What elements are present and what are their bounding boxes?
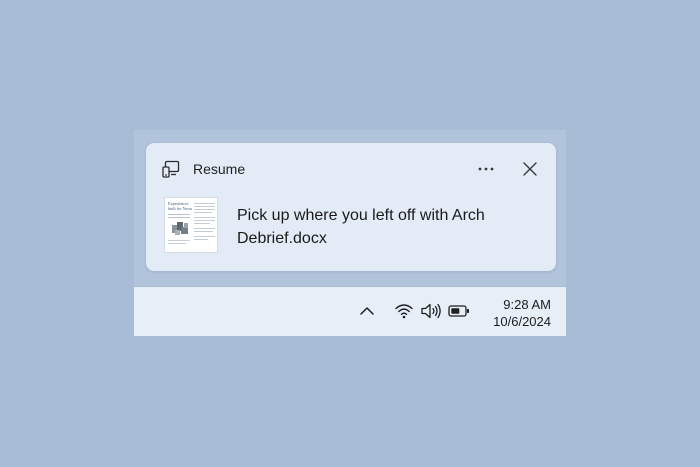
app-name: Resume: [193, 161, 246, 177]
notification-message: Pick up where you left off with Arch Deb…: [237, 207, 485, 247]
show-hidden-icons-button[interactable]: [358, 303, 376, 319]
more-options-button[interactable]: [472, 157, 500, 181]
clock-time: 9:28 AM: [503, 297, 551, 312]
battery-icon: [448, 303, 470, 324]
wifi-icon: [394, 302, 414, 325]
notification-header: Resume: [146, 143, 556, 195]
speaker-icon: [420, 302, 442, 325]
quick-settings-button[interactable]: [390, 297, 472, 327]
more-icon: [478, 167, 494, 171]
thumb-heading-2: built for Neon: [168, 206, 193, 211]
close-button[interactable]: [516, 157, 544, 181]
chevron-up-icon: [360, 307, 374, 315]
document-preview-icon: Experiences built for Neon: [165, 198, 217, 252]
desktop: Resume Experiences built for Neon Pick u…: [0, 0, 700, 467]
devices-icon: [162, 160, 180, 178]
close-icon: [523, 162, 537, 176]
taskbar: 9:28 AM 10/6/2024: [134, 287, 566, 336]
clock-date: 10/6/2024: [493, 314, 551, 329]
document-thumbnail[interactable]: Experiences built for Neon: [164, 197, 218, 253]
clock[interactable]: 9:28 AM 10/6/2024: [479, 296, 551, 330]
resume-notification[interactable]: Resume Experiences built for Neon Pick u…: [146, 143, 556, 271]
